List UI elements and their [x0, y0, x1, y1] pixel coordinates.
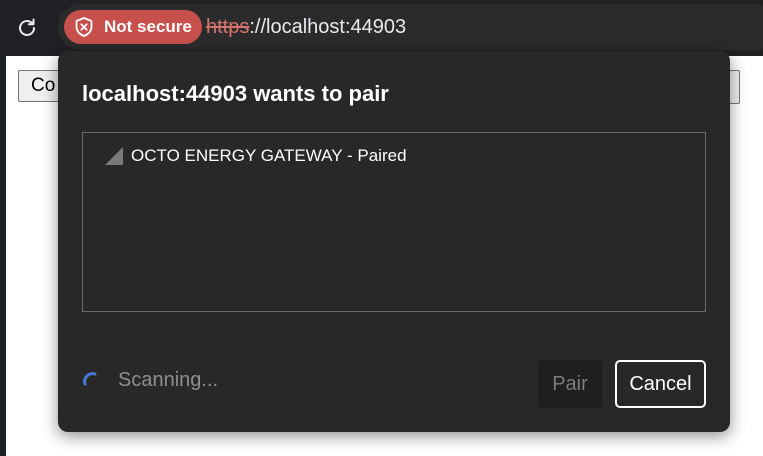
cancel-button[interactable]: Cancel	[615, 360, 706, 408]
address-bar[interactable]: Not secure https://localhost:44903	[58, 4, 763, 50]
scanning-text: Scanning...	[118, 369, 219, 391]
bluetooth-pair-dialog: localhost:44903 wants to pair OCTO ENERG…	[58, 51, 730, 432]
shield-x-icon	[74, 16, 94, 38]
spinner-icon	[83, 371, 97, 385]
signal-strength-icon	[105, 147, 123, 165]
url-scheme: https	[206, 15, 250, 38]
not-secure-label: Not secure	[104, 17, 192, 36]
scanning-status: Scanning...	[82, 369, 218, 392]
dialog-title: localhost:44903 wants to pair	[82, 81, 389, 106]
browser-toolbar: Not secure https://localhost:44903	[0, 0, 763, 56]
device-label: OCTO ENERGY GATEWAY - Paired	[131, 146, 407, 165]
not-secure-chip[interactable]: Not secure	[64, 10, 202, 44]
reload-button[interactable]	[11, 12, 43, 44]
reload-icon	[19, 18, 35, 36]
url-text[interactable]: https://localhost:44903	[206, 4, 406, 50]
list-item[interactable]: OCTO ENERGY GATEWAY - Paired	[103, 143, 407, 169]
pair-button[interactable]: Pair	[538, 360, 602, 408]
device-list[interactable]: OCTO ENERGY GATEWAY - Paired	[82, 132, 706, 312]
url-host: ://localhost:44903	[249, 15, 407, 38]
